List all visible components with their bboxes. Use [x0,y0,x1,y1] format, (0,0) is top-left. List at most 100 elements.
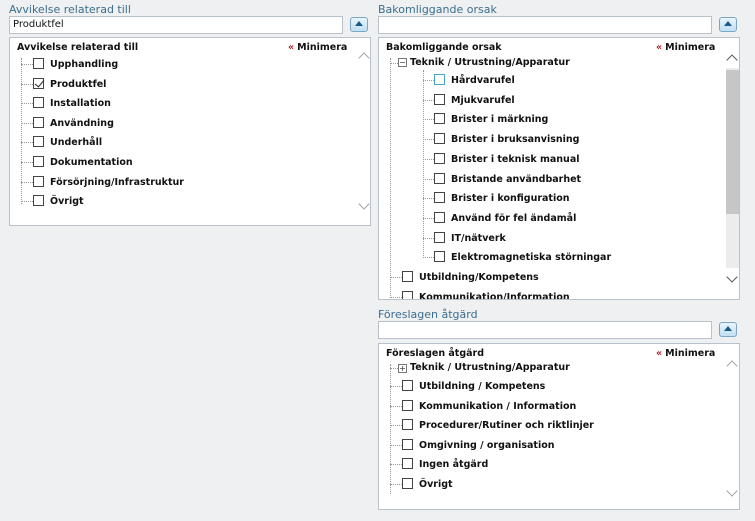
cause-child-item[interactable]: Mjukvarufel [379,93,719,112]
action-toggle-button[interactable] [719,322,737,337]
left-item[interactable]: Produktfel [10,77,350,96]
tree-connector [21,181,33,183]
tree-connector [21,83,33,85]
checkbox[interactable] [402,458,413,470]
cause-child-item[interactable]: Elektromagnetiska störningar [379,251,719,269]
action-item[interactable]: Övrigt [379,478,719,496]
item-label: Omgivning / organisation [419,439,555,451]
item-label: Hårdvarufel [451,75,515,86]
checkbox[interactable] [402,438,413,450]
tree-connector [390,405,402,407]
action-item[interactable]: Utbildning / Kompetens [379,380,719,398]
checkbox[interactable] [33,116,44,128]
minimize-icon: « [656,348,663,359]
cause-child-item[interactable]: Brister i konfiguration [379,192,719,210]
tree-connector [21,122,33,124]
cause-child-item[interactable]: Brister i bruksanvisning [379,133,719,151]
checkbox[interactable] [33,77,44,89]
checkbox[interactable] [434,74,445,85]
left-item[interactable]: Dokumentation [10,156,350,174]
left-minimize-link[interactable]: «Minimera [288,42,347,53]
left-item[interactable]: Upphandling [10,58,350,76]
checkbox[interactable] [33,97,44,109]
left-scroll-down-icon[interactable] [358,198,370,210]
checkbox[interactable] [434,152,445,164]
action-scroll-up-icon[interactable] [726,360,738,372]
action-value-field[interactable] [378,321,712,339]
item-label: Brister i konfiguration [451,193,570,205]
tree-connector [21,142,33,144]
item-label: Produktfel [50,78,107,90]
checkbox[interactable] [33,195,44,207]
item-label: Övrigt [419,479,453,490]
tree-connector [423,217,434,219]
collapse-icon[interactable]: − [398,58,407,67]
cause-child-item[interactable]: IT/nätverk [379,231,719,250]
cause-minimize-label: Minimera [665,42,716,53]
cause-child-item[interactable]: Hårdvarufel [379,74,719,92]
checkbox[interactable] [33,136,44,148]
action-group-text: Teknik / Utrustning/Apparatur [410,362,570,373]
cause-sibling-item[interactable]: Utbildning/Kompetens [379,271,719,289]
checkbox[interactable] [33,175,44,187]
cause-child-item[interactable]: Brister i märkning [379,113,719,131]
left-item[interactable]: Installation [10,97,350,115]
checkbox[interactable] [33,58,44,69]
action-item[interactable]: Procedurer/Rutiner och riktlinjer [379,419,719,437]
tree-connector [423,158,434,160]
expand-icon[interactable]: + [398,364,407,373]
action-item[interactable]: Ingen åtgärd [379,458,719,476]
item-label: Procedurer/Rutiner och riktlinjer [419,420,594,432]
checkbox[interactable] [434,113,445,125]
left-toggle-button[interactable] [350,17,368,32]
cause-minimize-link[interactable]: «Minimera [656,42,715,53]
checkbox[interactable] [434,93,445,105]
checkbox[interactable] [434,251,445,263]
checkbox[interactable] [402,380,413,391]
action-tree-panel: Föreslagen åtgärd «Minimera + Teknik / U… [378,343,740,510]
cause-sibling-item[interactable]: Kommunikation/Information [379,290,719,300]
tree-connector [423,198,434,200]
action-item[interactable]: Kommunikation / Information [379,399,719,418]
left-item[interactable]: Övrigt [10,195,350,213]
tree-connector [390,425,402,427]
item-label: Övrigt [50,196,84,208]
cause-group-connector [390,63,398,64]
left-item[interactable]: Användning [10,116,350,135]
item-label: Dokumentation [50,157,133,168]
left-value-field[interactable]: Produktfel [9,16,343,34]
checkbox[interactable] [402,399,413,411]
cause-child-item[interactable]: Bristande användbarhet [379,172,719,191]
cause-toggle-button[interactable] [719,17,737,32]
cause-scroll-up-icon[interactable] [726,54,738,66]
checkbox[interactable] [33,156,44,167]
checkbox[interactable] [402,271,413,282]
checkbox[interactable] [402,419,413,431]
checkbox[interactable] [434,192,445,204]
checkbox[interactable] [434,231,445,243]
item-label: Bristande användbarhet [451,173,582,185]
cause-scroll-down-icon[interactable] [726,271,738,283]
tree-connector [390,484,402,485]
left-item[interactable]: Underhåll [10,136,350,154]
left-scroll-up-icon[interactable] [358,52,370,64]
item-label: Utbildning / Kompetens [419,381,546,392]
tree-connector [21,64,33,65]
cause-child-item[interactable]: Använd för fel ändamål [379,211,719,230]
checkbox[interactable] [434,172,445,184]
item-label: Upphandling [50,59,119,70]
item-label: Kommunikation/Information [419,291,570,300]
item-label: Brister i bruksanvisning [451,134,580,146]
cause-scroll-thumb[interactable] [726,70,739,214]
checkbox[interactable] [434,211,445,223]
cause-child-item[interactable]: Brister i teknisk manual [379,152,719,171]
action-item[interactable]: Omgivning / organisation [379,438,719,457]
action-minimize-link[interactable]: «Minimera [656,348,715,359]
checkbox[interactable] [402,478,413,489]
cause-value-field[interactable] [378,16,712,34]
action-scroll-down-icon[interactable] [726,485,738,497]
checkbox[interactable] [434,133,445,145]
tree-connector [423,257,434,259]
checkbox[interactable] [402,290,413,299]
left-item[interactable]: Försörjning/Infrastruktur [10,175,350,194]
